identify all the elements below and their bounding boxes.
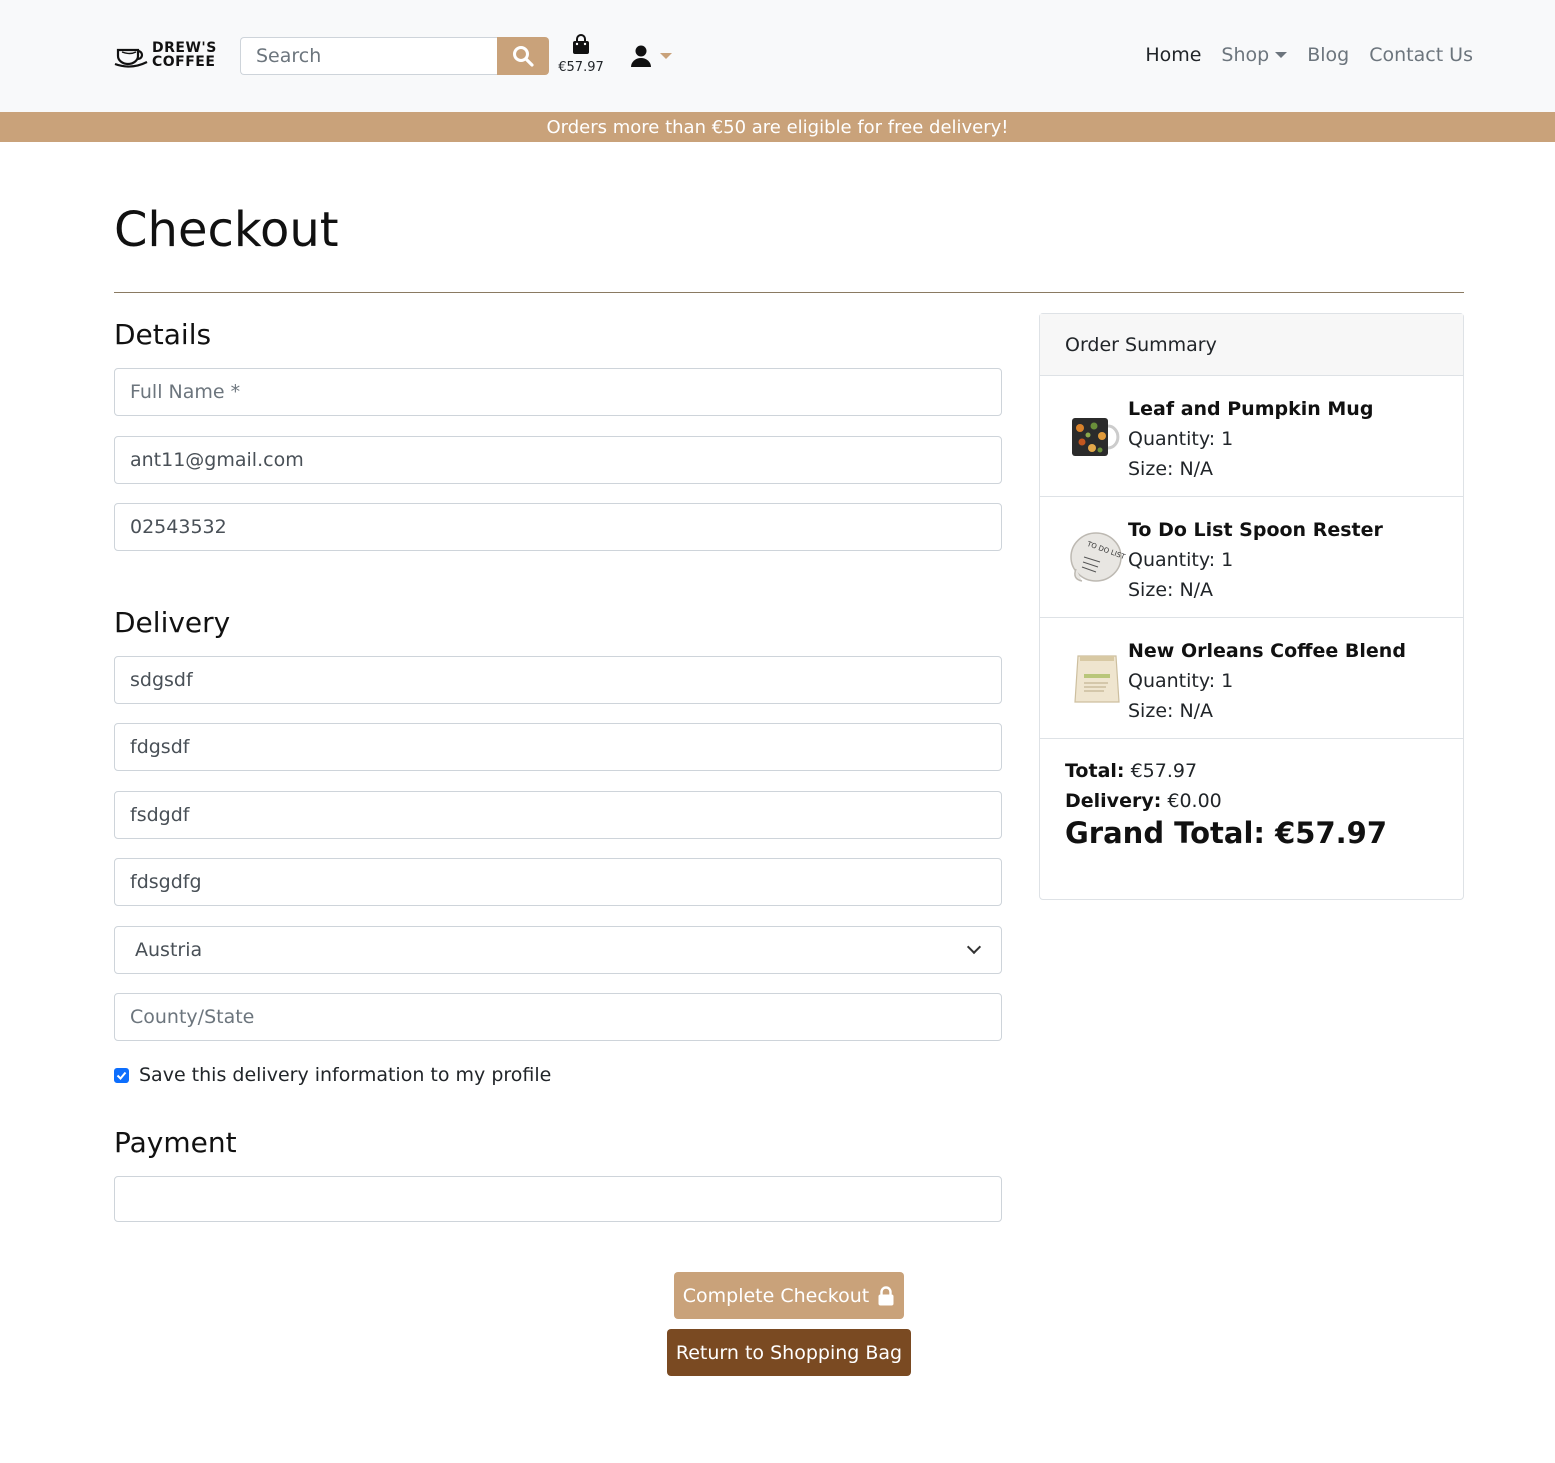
nav-blog[interactable]: Blog — [1307, 44, 1349, 66]
order-summary-title: Order Summary — [1040, 314, 1463, 376]
total-row: Total: €57.97 — [1065, 760, 1198, 782]
town-field[interactable] — [114, 791, 1002, 839]
chevron-down-icon — [660, 53, 672, 59]
account-dropdown[interactable] — [630, 44, 672, 68]
nav-shop[interactable]: Shop — [1221, 44, 1288, 66]
chevron-down-icon — [966, 939, 982, 955]
list-item: Leaf and Pumpkin Mug Quantity: 1 Size: N… — [1040, 376, 1463, 497]
item-quantity: Quantity: 1 — [1128, 670, 1234, 692]
return-to-bag-button[interactable]: Return to Shopping Bag — [667, 1329, 911, 1376]
nav-home[interactable]: Home — [1145, 44, 1201, 66]
coffee-cup-icon — [114, 48, 148, 68]
mug-thumbnail-icon — [1072, 418, 1120, 456]
lock-icon — [878, 1285, 894, 1305]
item-name: New Orleans Coffee Blend — [1128, 640, 1406, 662]
logo-line-2: COFFEE — [152, 54, 216, 70]
search-input[interactable] — [240, 37, 498, 75]
spoon-rest-thumbnail-icon: TO DO LIST — [1070, 532, 1126, 582]
payment-heading: Payment — [114, 1126, 237, 1159]
save-info-label: Save this delivery information to my pro… — [139, 1064, 552, 1086]
details-heading: Details — [114, 318, 212, 351]
item-size: Size: N/A — [1128, 458, 1214, 480]
street-address-2-field[interactable] — [114, 723, 1002, 771]
chevron-down-icon — [1275, 52, 1288, 58]
site-logo[interactable]: DREW'S COFFEE — [114, 40, 217, 70]
grand-total-value: €57.97 — [1275, 816, 1388, 850]
logo-line-1: DREW'S — [152, 40, 217, 56]
county-field[interactable] — [114, 993, 1002, 1041]
street-address-1-field[interactable] — [114, 656, 1002, 704]
card-payment-element[interactable] — [114, 1176, 1002, 1222]
nav-contact[interactable]: Contact Us — [1369, 44, 1473, 66]
bag-total: €57.97 — [558, 60, 604, 75]
phone-field[interactable] — [114, 503, 1002, 551]
item-name: Leaf and Pumpkin Mug — [1128, 398, 1374, 420]
total-value: €57.97 — [1130, 760, 1198, 782]
list-item: New Orleans Coffee Blend Quantity: 1 Siz… — [1040, 618, 1463, 739]
email-field[interactable] — [114, 436, 1002, 484]
item-quantity: Quantity: 1 — [1128, 549, 1234, 571]
search-button[interactable] — [497, 37, 549, 75]
country-selected: Austria — [135, 939, 203, 961]
divider — [114, 292, 1464, 293]
complete-checkout-button[interactable]: Complete Checkout — [674, 1272, 904, 1319]
order-totals: Total: €57.97 Delivery: €0.00 Grand Tota… — [1065, 756, 1387, 848]
item-size: Size: N/A — [1128, 579, 1214, 601]
save-info-row: Save this delivery information to my pro… — [114, 1064, 551, 1086]
delivery-heading: Delivery — [114, 606, 231, 639]
item-name: To Do List Spoon Rester — [1128, 519, 1383, 541]
check-icon — [116, 1071, 127, 1080]
free-delivery-banner: Orders more than €50 are eligible for fr… — [0, 112, 1555, 142]
coffee-bag-thumbnail-icon — [1074, 655, 1120, 703]
navbar: DREW'S COFFEE €57.97 Home Shop Blog Cont… — [0, 0, 1555, 112]
full-name-field[interactable] — [114, 368, 1002, 416]
postcode-field[interactable] — [114, 858, 1002, 906]
country-select[interactable]: Austria — [114, 926, 1002, 974]
shopping-bag-icon — [573, 34, 589, 54]
page-title: Checkout — [114, 202, 339, 258]
list-item: TO DO LIST To Do List Spoon Rester Quant… — [1040, 497, 1463, 618]
grand-total-row: Grand Total: €57.97 — [1065, 816, 1388, 850]
delivery-value: €0.00 — [1167, 790, 1222, 812]
user-icon — [631, 45, 651, 67]
main-nav: Home Shop Blog Contact Us — [1145, 44, 1473, 66]
order-summary-card: Order Summary Leaf and Pumpkin Mug Quant… — [1039, 313, 1464, 900]
save-info-checkbox[interactable] — [114, 1067, 129, 1083]
item-size: Size: N/A — [1128, 700, 1214, 722]
search-icon — [513, 46, 534, 67]
item-quantity: Quantity: 1 — [1128, 428, 1234, 450]
delivery-row: Delivery: €0.00 — [1065, 790, 1222, 812]
shopping-bag-link[interactable]: €57.97 — [556, 34, 606, 75]
